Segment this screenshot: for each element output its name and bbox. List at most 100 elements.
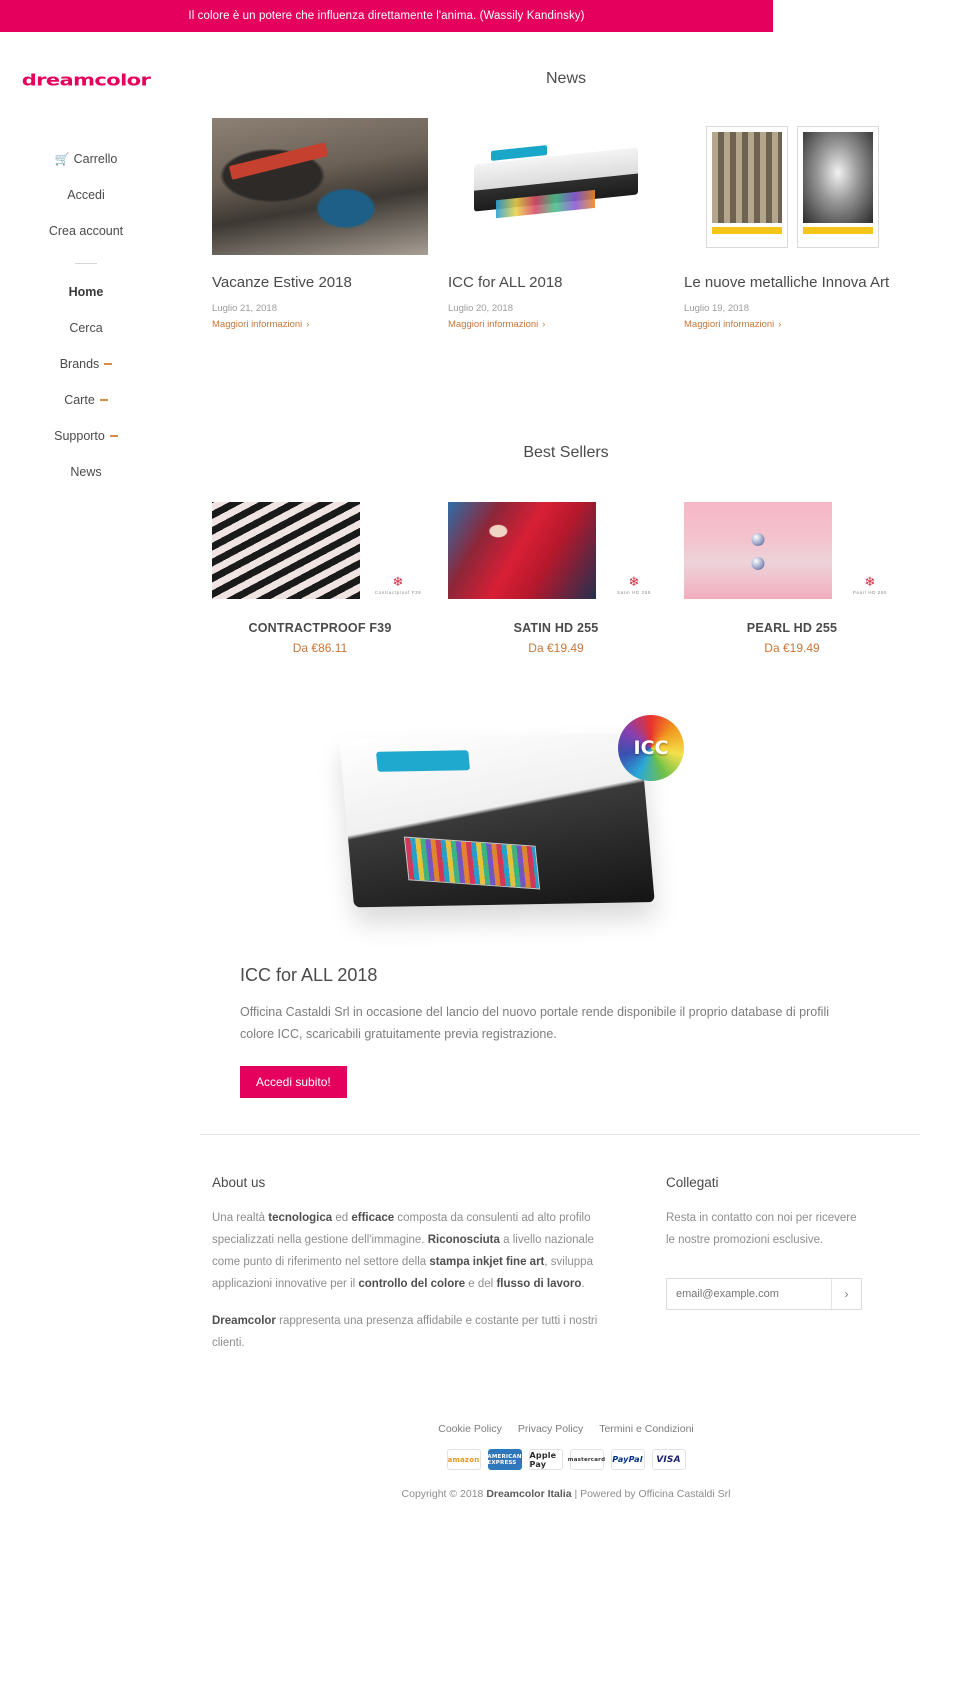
copyright-prefix: Copyright © 2018 [401, 1488, 487, 1501]
brand-mark-icon: ❄ [392, 574, 404, 590]
printer-photo [448, 118, 664, 255]
product-price: Da €19.49 [764, 641, 820, 656]
sidebar-item-carrello[interactable]: 🛒 Carrello [0, 141, 172, 177]
sidebar-item-cerca[interactable]: Cerca [0, 310, 172, 346]
about-text-a: Una realtà [212, 1212, 269, 1224]
news-thumbnail-printer[interactable] [448, 118, 664, 255]
brand-mark-icon: ❄ [864, 574, 876, 590]
product-thumbnail[interactable]: ❄ Contractproof F39 [212, 502, 428, 600]
poster-art [711, 131, 782, 223]
news-card[interactable]: Vacanze Estive 2018 Luglio 21, 2018 Magg… [212, 118, 428, 332]
product-price: Da €19.49 [528, 641, 584, 656]
product-image [684, 502, 832, 600]
news-card[interactable]: ICC for ALL 2018 Luglio 20, 2018 Maggior… [448, 118, 664, 332]
sidebar-item-news[interactable]: News [0, 454, 172, 490]
about-text-c: ed [332, 1212, 352, 1224]
icc-cta-button[interactable]: Accedi subito! [240, 1066, 347, 1098]
brand-mark-icon: ❄ [628, 574, 640, 590]
news-thumbnail-suitcase[interactable] [212, 118, 428, 255]
footer-columns: About us Una realtà tecnologica ed effic… [172, 1135, 960, 1371]
product-image [212, 502, 360, 600]
sidebar-item-carte[interactable]: Carte [0, 382, 172, 418]
product-card[interactable]: ❄ Contractproof F39 CONTRACTPROOF F39 Da… [212, 502, 428, 655]
chevron-right-icon: › [778, 319, 782, 330]
chevron-right-icon: › [306, 319, 310, 330]
newsletter-form[interactable]: › [666, 1277, 862, 1310]
news-readmore-link[interactable]: Maggiori informazioni › [684, 319, 781, 330]
chevron-down-icon [104, 363, 113, 365]
sidebar-item-label: Carte [64, 393, 95, 407]
chevron-down-icon [99, 399, 108, 401]
news-card[interactable]: Le nuove metalliche Innova Art Luglio 19… [684, 118, 900, 332]
newsletter-submit-button[interactable]: › [831, 1278, 861, 1309]
promo-banner-text: Il colore è un potere che influenza dire… [188, 10, 585, 22]
sidebar-item-supporto[interactable]: Supporto [0, 418, 172, 454]
news-title: Le nuove metalliche Innova Art [684, 274, 890, 291]
poster-left [705, 125, 788, 248]
news-thumbnail-posters[interactable] [684, 118, 900, 255]
site-footer: About us Una realtà tecnologica ed effic… [172, 1135, 960, 1522]
main-content: News Vacanze Estive 2018 Luglio 21, 2018… [172, 32, 960, 1522]
sidebar-item-crea-account[interactable]: Crea account [0, 213, 172, 249]
link-privacy-policy[interactable]: Privacy Policy [518, 1423, 583, 1435]
product-thumbnail[interactable]: ❄ Pearl HD 255 [684, 502, 900, 600]
poster-art [802, 131, 873, 223]
poster-band [802, 226, 873, 234]
sidebar-item-accedi[interactable]: Accedi [0, 177, 172, 213]
site-logo[interactable]: dreamcolor [0, 72, 172, 88]
bestsellers-grid: ❄ Contractproof F39 CONTRACTPROOF F39 Da… [172, 462, 960, 655]
suitcase-photo [212, 118, 428, 255]
news-date: Luglio 19, 2018 [684, 303, 749, 315]
sidebar-item-label: Brands [59, 357, 100, 371]
icc-badge-text: ICC [633, 737, 669, 760]
sidebar-item-label: Carrello [73, 152, 118, 166]
product-brand-logo: ❄ Contractproof F39 [368, 575, 428, 595]
news-readmore-link[interactable]: Maggiori informazioni › [212, 319, 309, 330]
sidebar-divider [75, 263, 97, 264]
link-terms-conditions[interactable]: Termini e Condizioni [599, 1423, 694, 1435]
news-readmore-label: Maggiori informazioni [212, 319, 303, 331]
news-date: Luglio 20, 2018 [448, 303, 513, 315]
footer-about-heading: About us [212, 1175, 266, 1190]
newsletter-email-input[interactable] [667, 1278, 831, 1309]
payment-methods-row: amazon AMERICAN EXPRESS Apple Pay master… [172, 1449, 960, 1471]
product-card[interactable]: ❄ Pearl HD 255 PEARL HD 255 Da €19.49 [684, 502, 900, 655]
sidebar-item-brands[interactable]: Brands [0, 346, 172, 382]
sidebar-item-home[interactable]: Home [0, 274, 172, 310]
about-bold-efficace: efficace [351, 1212, 395, 1224]
paypal-icon: PayPal [610, 1449, 645, 1471]
footer-about-paragraph-1: Una realtà tecnologica ed efficace compo… [212, 1208, 612, 1295]
footer-column-connect: Collegati Resta in contatto con noi per … [666, 1175, 866, 1371]
news-readmore-link[interactable]: Maggiori informazioni › [448, 319, 545, 330]
product-brand-logo: ❄ Satin HD 255 [604, 575, 664, 595]
product-name: SATIN HD 255 [513, 621, 599, 636]
icc-copy-block: ICC for ALL 2018 Officina Castaldi Srl i… [172, 965, 960, 1098]
product-card[interactable]: ❄ Satin HD 255 SATIN HD 255 Da €19.49 [448, 502, 664, 655]
brand-caption: Contractproof F39 [374, 590, 422, 596]
copyright-brand: Dreamcolor Italia [486, 1488, 572, 1501]
product-thumbnail[interactable]: ❄ Satin HD 255 [448, 502, 664, 600]
footer-about-paragraph-2: Dreamcolor rappresenta una presenza affi… [212, 1311, 612, 1355]
chevron-right-icon: › [542, 319, 546, 330]
poster-caption [712, 234, 782, 242]
news-title: Vacanze Estive 2018 [212, 274, 352, 291]
footer-connect-heading: Collegati [666, 1175, 719, 1190]
product-price: Da €86.11 [292, 641, 348, 656]
visa-icon: VISA [651, 1449, 686, 1471]
about-bold-dreamcolor: Dreamcolor [212, 1315, 276, 1328]
about-bold-tecnologica: tecnologica [268, 1212, 333, 1224]
link-cookie-policy[interactable]: Cookie Policy [438, 1423, 502, 1435]
brand-caption: Pearl HD 255 [852, 590, 888, 596]
product-name: PEARL HD 255 [746, 621, 838, 636]
amex-icon: AMERICAN EXPRESS [487, 1449, 522, 1471]
sidebar: dreamcolor 🛒 Carrello Accedi Crea account… [0, 32, 172, 490]
product-image [448, 502, 596, 600]
news-date: Luglio 21, 2018 [212, 303, 277, 315]
footer-copyright: Copyright © 2018 Dreamcolor Italia | Pow… [172, 1488, 960, 1522]
about-text-g: e del [465, 1277, 497, 1290]
promo-banner: Il colore è un potere che influenza dire… [0, 0, 773, 32]
poster-right [796, 125, 879, 248]
sidebar-item-label: Supporto [54, 429, 105, 443]
about-bold-riconosciuta: Riconosciuta [427, 1233, 500, 1246]
